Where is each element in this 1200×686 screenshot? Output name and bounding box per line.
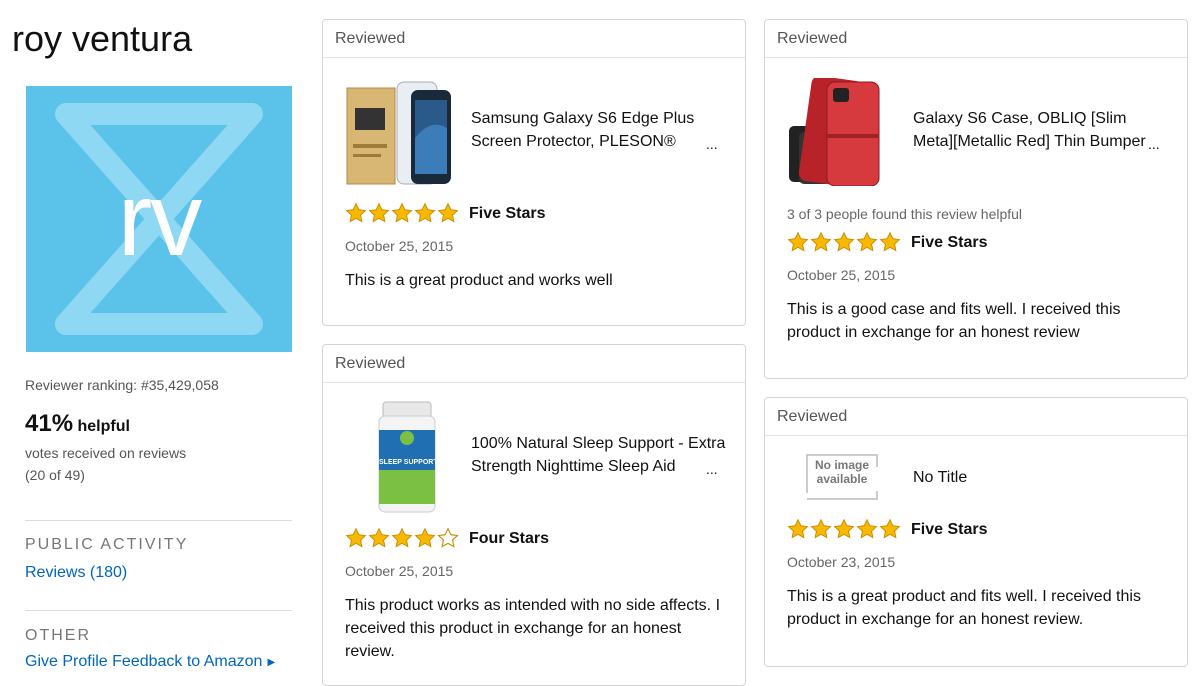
star-empty-icon: [437, 527, 459, 549]
star-filled-icon: [414, 202, 436, 224]
review-date: October 23, 2015: [787, 554, 896, 570]
helpful-votes-text: 3 of 3 people found this review helpful: [787, 206, 1023, 222]
no-image-line: No image: [814, 458, 869, 472]
title-ellipsis: ...: [706, 461, 718, 477]
star-filled-icon: [787, 518, 809, 540]
review-date: October 25, 2015: [345, 563, 454, 579]
review-card: Reviewed Galaxy S6 Case, OBLIQ [Slim Met…: [764, 19, 1188, 379]
review-body-line: This product works as intended with no s…: [345, 597, 721, 614]
star-filled-icon: [810, 231, 832, 253]
star-filled-icon: [414, 527, 436, 549]
review-card: Reviewed No image available No Title Fiv…: [764, 397, 1188, 667]
star-rating: [787, 231, 901, 253]
review-body-line: product in exchange for an honest review: [787, 324, 1080, 341]
supplement-bottle-product-image[interactable]: SLEEP SUPPORT: [369, 400, 449, 515]
star-filled-icon: [879, 231, 901, 253]
card-header: Reviewed: [765, 20, 1187, 58]
other-heading: OTHER: [25, 627, 91, 644]
avatar: rv: [26, 86, 292, 352]
review-body: This is a great product and fits well. I…: [787, 585, 1141, 631]
star-rating: [345, 202, 459, 224]
review-body-line: product in exchange for an honest review…: [787, 611, 1084, 628]
star-filled-icon: [856, 231, 878, 253]
star-filled-icon: [879, 518, 901, 540]
review-date: October 25, 2015: [787, 267, 896, 283]
star-filled-icon: [368, 202, 390, 224]
no-image-label: No image available: [805, 458, 879, 486]
votes-count: (20 of 49): [25, 467, 85, 483]
chevron-right-icon: ▶: [267, 657, 276, 668]
reviewer-ranking: Reviewer ranking: #35,429,058: [25, 377, 219, 393]
profile-name: roy ventura: [12, 18, 193, 59]
product-title-line: 100% Natural Sleep Support - Extra: [471, 435, 726, 452]
review-card: Reviewed SLEEP SUPPORT 100% Natural Slee…: [322, 344, 746, 686]
review-body-line: This is a good case and fits well. I rec…: [787, 301, 1121, 318]
card-header: Reviewed: [765, 398, 1187, 436]
profile-feedback-label: Give Profile Feedback to Amazon: [25, 653, 263, 670]
star-filled-icon: [833, 231, 855, 253]
review-card: Reviewed Samsung Galaxy S6 Edge Plus Scr…: [322, 19, 746, 326]
title-ellipsis: ...: [706, 136, 718, 152]
review-body-line: review.: [345, 643, 395, 660]
divider: [25, 520, 292, 521]
star-filled-icon: [368, 527, 390, 549]
review-title[interactable]: Five Stars: [469, 205, 545, 223]
review-body: This is a good case and fits well. I rec…: [787, 298, 1121, 344]
review-title[interactable]: Five Stars: [911, 234, 987, 252]
profile-feedback-link[interactable]: Give Profile Feedback to Amazon ▶: [25, 653, 275, 671]
screen-protector-product-image[interactable]: [345, 78, 457, 188]
no-image-line: available: [816, 472, 868, 486]
public-activity-heading: PUBLIC ACTIVITY: [25, 536, 189, 553]
phone-case-product-image[interactable]: [787, 78, 899, 186]
reviews-link[interactable]: Reviews (180): [25, 564, 127, 582]
bottle-label: SLEEP SUPPORT: [379, 459, 438, 466]
star-filled-icon: [810, 518, 832, 540]
no-image-placeholder[interactable]: No image available: [805, 453, 879, 503]
card-header: Reviewed: [323, 20, 745, 58]
star-filled-icon: [856, 518, 878, 540]
review-title[interactable]: Four Stars: [469, 530, 549, 548]
product-title-line: Samsung Galaxy S6 Edge Plus: [471, 110, 695, 127]
product-title[interactable]: No Title: [913, 466, 967, 489]
star-filled-icon: [787, 231, 809, 253]
helpful-percentage: 41%: [25, 410, 74, 437]
review-body-line: This is a great product and fits well. I…: [787, 588, 1141, 605]
helpful-summary: 41% helpful: [25, 410, 130, 438]
product-title-line: Screen Protector, PLESON®: [471, 133, 676, 150]
product-title[interactable]: Galaxy S6 Case, OBLIQ [Slim Meta][Metall…: [913, 107, 1146, 153]
product-title-line: Galaxy S6 Case, OBLIQ [Slim: [913, 110, 1127, 127]
review-title[interactable]: Five Stars: [911, 521, 987, 539]
product-title-line: Strength Nighttime Sleep Aid: [471, 458, 676, 475]
star-rating: [345, 527, 459, 549]
star-filled-icon: [391, 202, 413, 224]
review-body: This product works as intended with no s…: [345, 594, 720, 663]
votes-label: votes received on reviews: [25, 445, 187, 461]
avatar-initials: rv: [117, 162, 203, 278]
star-filled-icon: [345, 527, 367, 549]
title-ellipsis: ...: [1148, 136, 1160, 152]
star-filled-icon: [833, 518, 855, 540]
product-title[interactable]: Samsung Galaxy S6 Edge Plus Screen Prote…: [471, 107, 694, 153]
star-filled-icon: [391, 527, 413, 549]
star-rating: [787, 518, 901, 540]
review-body: This is a great product and works well: [345, 269, 613, 292]
review-body-line: This is a great product and works well: [345, 272, 613, 289]
product-title-line: Meta][Metallic Red] Thin Bumper: [913, 133, 1146, 150]
card-header: Reviewed: [323, 345, 745, 383]
review-date: October 25, 2015: [345, 238, 454, 254]
product-title[interactable]: 100% Natural Sleep Support - Extra Stren…: [471, 432, 725, 478]
divider: [25, 610, 292, 611]
review-body-line: received this product in exchange for an…: [345, 620, 682, 637]
star-filled-icon: [437, 202, 459, 224]
star-filled-icon: [345, 202, 367, 224]
helpful-label: helpful: [77, 418, 130, 435]
